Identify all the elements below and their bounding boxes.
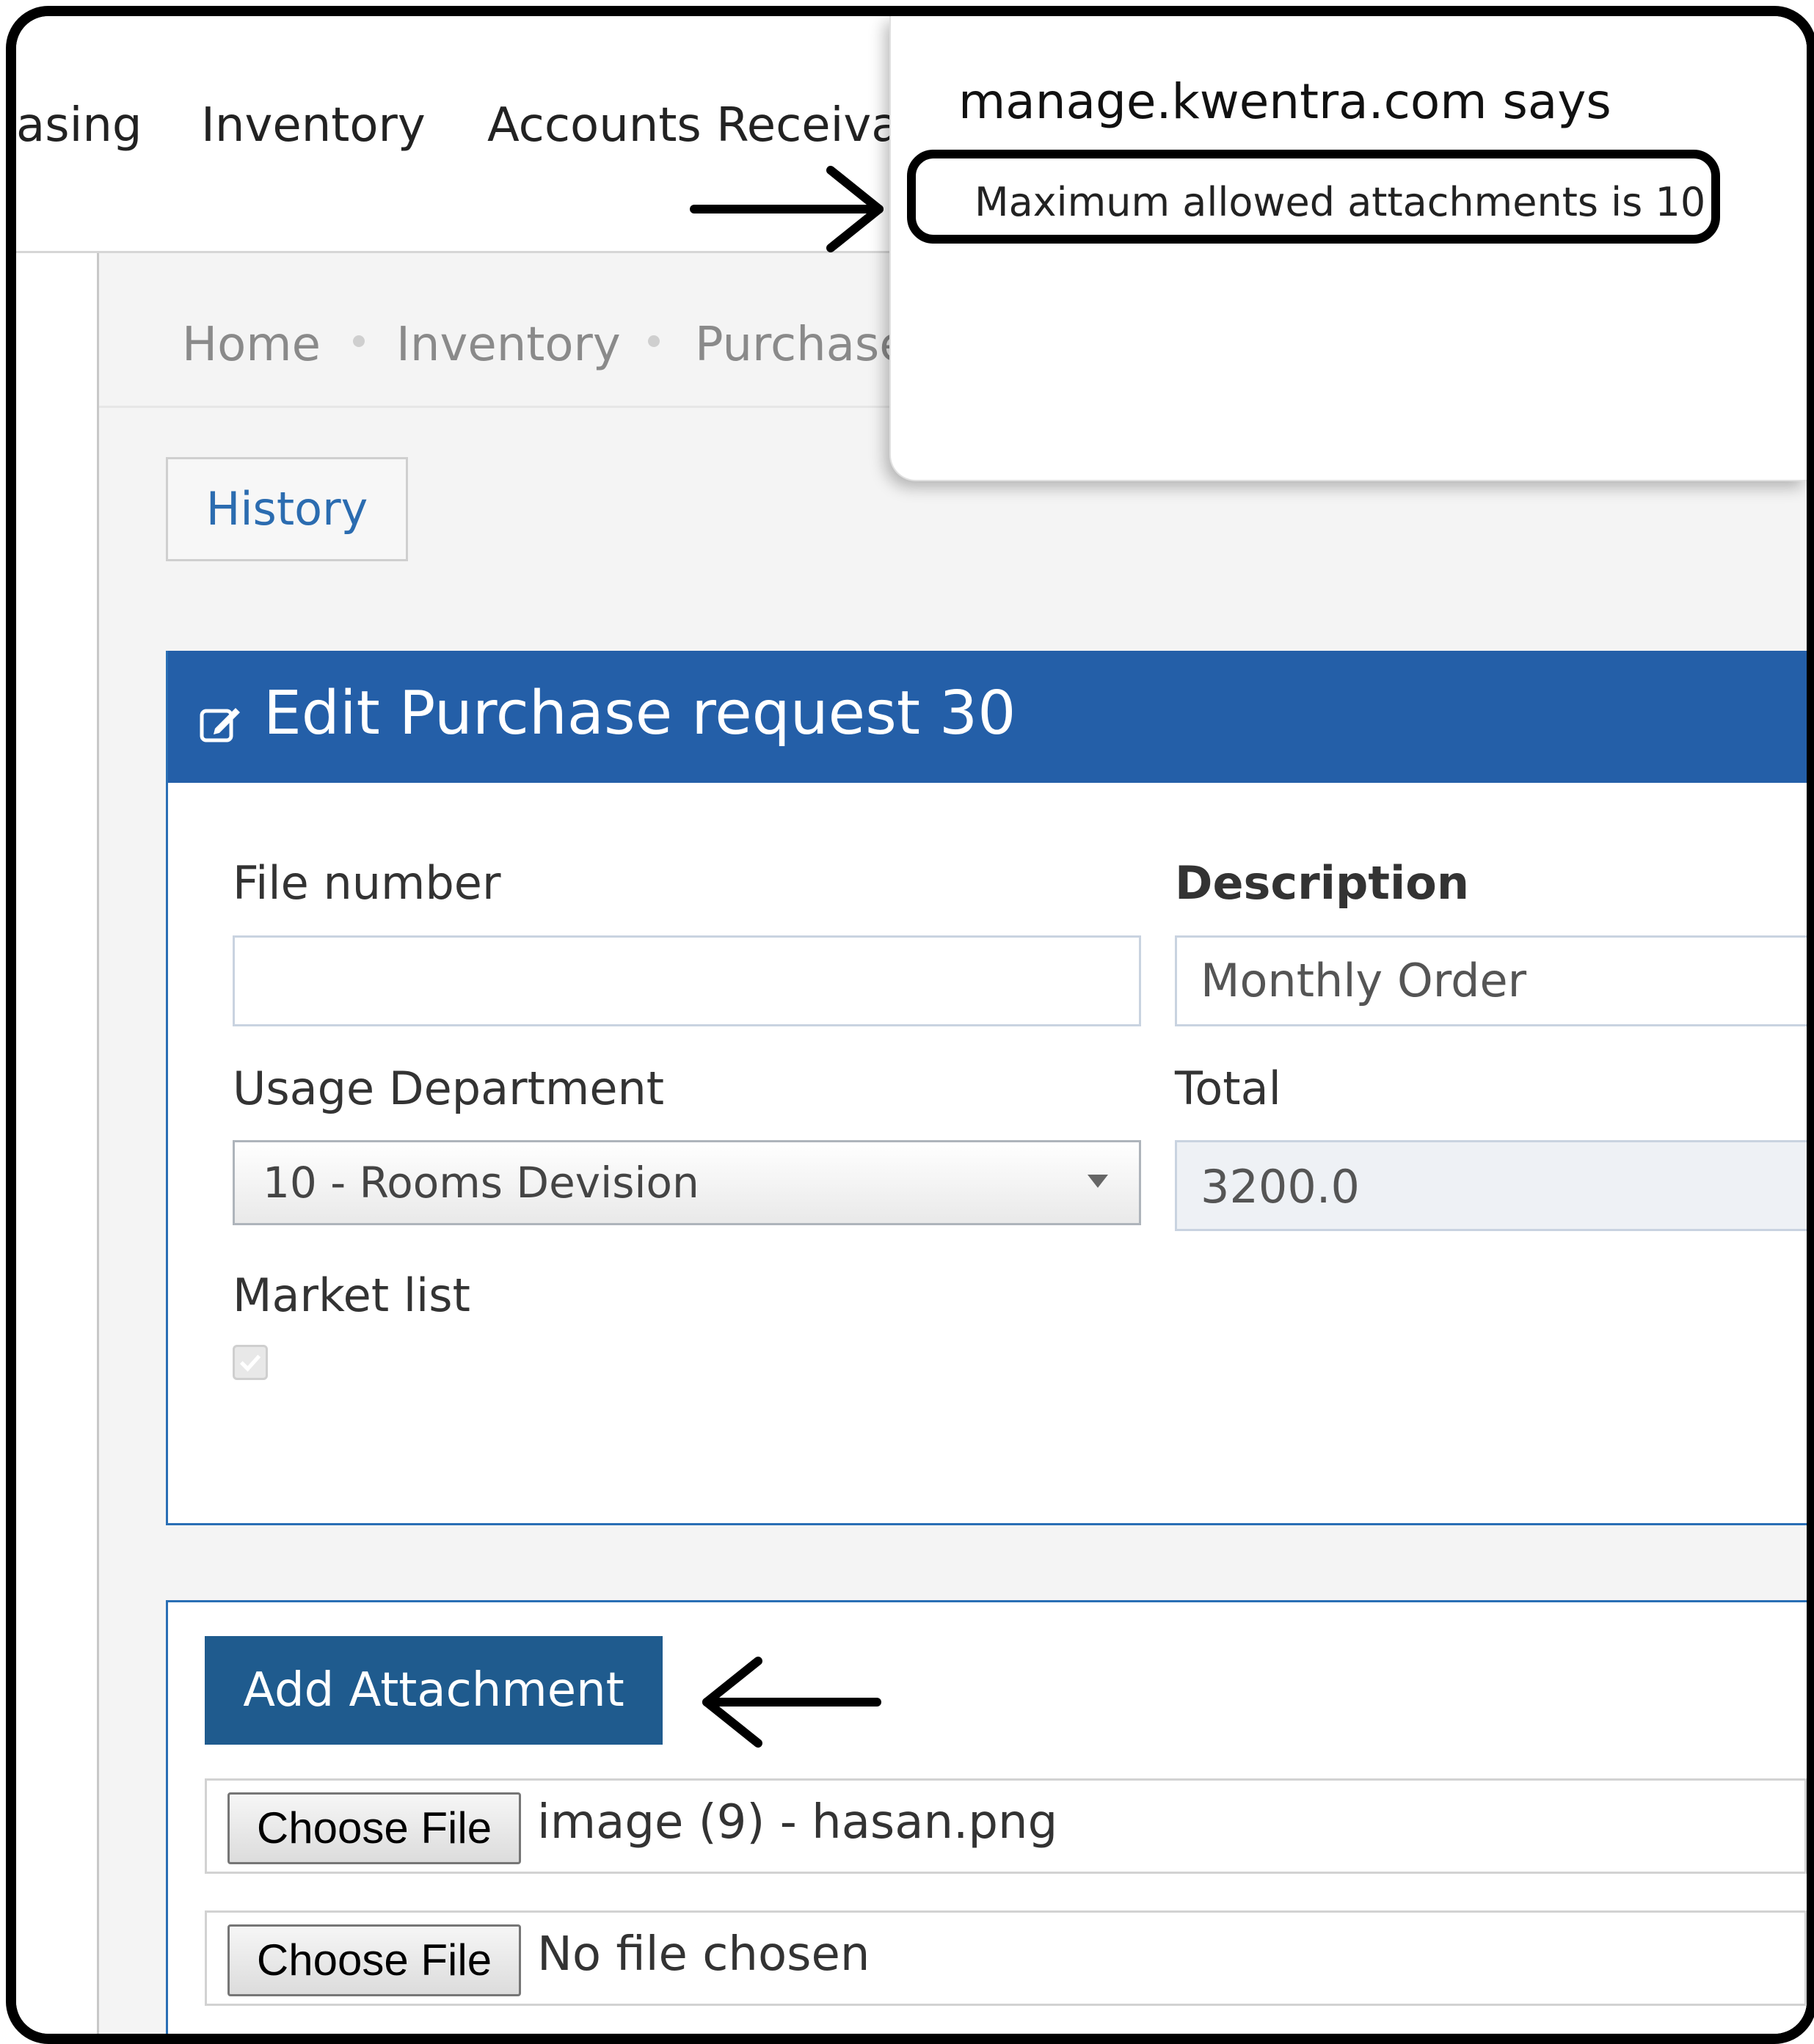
nav-item-accounts-receivable[interactable]: Accounts Receiva (487, 98, 900, 153)
choose-file-button[interactable]: Choose File (227, 1924, 521, 1996)
nav-item-purchasing[interactable]: asing (16, 98, 142, 153)
breadcrumb-separator (648, 335, 660, 347)
market-list-checkbox[interactable] (233, 1345, 268, 1380)
sidebar (16, 253, 99, 2034)
edit-purchase-request-panel: Edit Purchase request 30 File number Des… (166, 651, 1807, 1525)
usage-department-select[interactable]: 10 - Rooms Devision (233, 1140, 1141, 1225)
total-label: Total (1175, 1062, 1281, 1115)
usage-department-selected: 10 - Rooms Devision (263, 1158, 699, 1208)
history-button[interactable]: History (166, 457, 408, 561)
alert-dialog: manage.kwentra.com says Maximum allowed … (889, 16, 1807, 481)
annotation-arrow-right (690, 166, 884, 252)
chevron-down-icon (1088, 1175, 1108, 1188)
dialog-message: Maximum allowed attachments is 10 (975, 179, 1706, 225)
dialog-title: manage.kwentra.com says (958, 73, 1611, 130)
breadcrumb-purchase[interactable]: Purchase (695, 318, 908, 372)
file-number-input[interactable] (233, 935, 1141, 1026)
file-name: No file chosen (537, 1927, 870, 1982)
description-label: Description (1175, 856, 1470, 910)
breadcrumb-home[interactable]: Home (182, 318, 321, 372)
file-input-row: Choose File No file chosen (205, 1910, 1807, 2006)
main-content: Home Inventory Purchase History Edit Pur… (99, 253, 1807, 2034)
checkmark-icon (239, 1354, 261, 1372)
screenshot-frame: asing Inventory Accounts Receiva Home In… (6, 6, 1814, 2044)
dialog-message-highlight: Maximum allowed attachments is 10 (907, 150, 1720, 244)
attachments-panel: Add Attachment Choose File image (9) - h… (166, 1600, 1807, 2034)
breadcrumb-separator (353, 335, 365, 347)
breadcrumb-inventory[interactable]: Inventory (396, 318, 621, 372)
add-attachment-button[interactable]: Add Attachment (205, 1636, 663, 1745)
description-input[interactable]: Monthly Order (1175, 935, 1807, 1026)
file-name: image (9) - hasan.png (537, 1795, 1058, 1850)
page-title: Edit Purchase request 30 (263, 679, 1016, 748)
panel-header: Edit Purchase request 30 (168, 651, 1807, 783)
total-input[interactable]: 3200.0 (1175, 1140, 1807, 1231)
edit-icon (200, 708, 240, 742)
usage-department-label: Usage Department (233, 1062, 665, 1115)
choose-file-button[interactable]: Choose File (227, 1792, 521, 1864)
nav-item-inventory[interactable]: Inventory (201, 98, 426, 153)
file-number-label: File number (233, 856, 501, 910)
annotation-arrow-left (702, 1657, 881, 1748)
market-list-label: Market list (233, 1269, 470, 1322)
file-input-row: Choose File image (9) - hasan.png (205, 1778, 1807, 1874)
